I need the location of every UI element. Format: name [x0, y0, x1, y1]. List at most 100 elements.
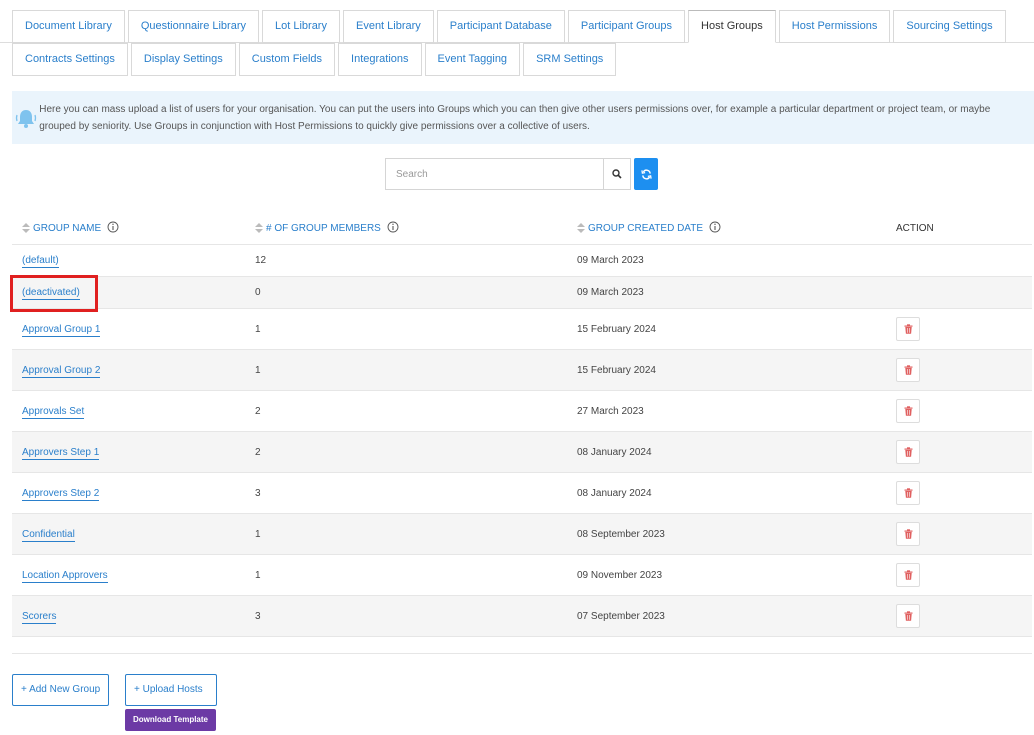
trash-icon — [904, 488, 912, 498]
header-label: # OF GROUP MEMBERS — [266, 222, 381, 234]
highlight-box — [10, 275, 98, 312]
info-text: Here you can mass upload a list of users… — [39, 103, 991, 132]
table-row: Approvals Set 2 27 March 2023 — [12, 391, 1032, 432]
sort-icon — [22, 223, 30, 233]
cell-members: 3 — [255, 610, 261, 622]
group-name-link[interactable]: Approvers Step 1 — [22, 446, 100, 460]
delete-group-button[interactable] — [896, 522, 920, 546]
tabs-row-secondary: Contracts Settings Display Settings Custom… — [12, 43, 619, 76]
info-circle-icon[interactable] — [709, 221, 721, 236]
cell-created-date: 08 September 2023 — [577, 528, 665, 540]
footer-divider — [12, 653, 1032, 654]
group-name-link[interactable]: Confidential — [22, 528, 75, 542]
cell-group-name: (default) — [12, 255, 245, 268]
tab-display-settings[interactable]: Display Settings — [130, 43, 236, 76]
tab-event-tagging[interactable]: Event Tagging — [424, 43, 521, 76]
tab-sourcing-settings[interactable]: Sourcing Settings — [893, 10, 1006, 43]
info-circle-icon[interactable] — [107, 221, 119, 236]
tab-lot-library[interactable]: Lot Library — [262, 10, 340, 43]
cell-group-name: Location Approvers — [12, 569, 245, 583]
cell-created-date: 15 February 2024 — [577, 364, 656, 376]
table-row: Confidential 1 08 September 2023 — [12, 514, 1032, 555]
search-icon — [612, 169, 622, 179]
cell-action — [885, 522, 1032, 546]
table-row: Approval Group 1 1 15 February 2024 — [12, 309, 1032, 350]
cell-members: 2 — [255, 405, 261, 417]
table-body: (default) 12 09 March 2023 (deactivated) 0 09… — [12, 245, 1032, 637]
info-banner: Here you can mass upload a list of users… — [12, 91, 1034, 144]
cell-action — [885, 358, 1032, 382]
cell-created-date: 07 September 2023 — [577, 610, 665, 622]
group-name-link[interactable]: Scorers — [22, 610, 57, 624]
delete-group-button[interactable] — [896, 604, 920, 628]
search-bar — [385, 158, 658, 190]
tab-integrations[interactable]: Integrations — [338, 43, 422, 76]
group-name-link[interactable]: Approval Group 2 — [22, 364, 101, 378]
trash-icon — [904, 447, 912, 457]
tab-questionnaire-library[interactable]: Questionnaire Library — [127, 10, 259, 43]
trash-icon — [904, 365, 912, 375]
table-header: GROUP NAME # OF GROUP MEMBERS GROUP CREA… — [12, 212, 1032, 245]
table-row: (default) 12 09 March 2023 — [12, 245, 1032, 277]
search-button[interactable] — [603, 158, 631, 190]
group-name-link[interactable]: (default) — [22, 255, 59, 268]
cell-action — [885, 399, 1032, 423]
trash-icon — [904, 406, 912, 416]
table-row: Approvers Step 2 3 08 January 2024 — [12, 473, 1032, 514]
trash-icon — [904, 324, 912, 334]
delete-group-button[interactable] — [896, 563, 920, 587]
cell-created-date: 15 February 2024 — [577, 323, 656, 335]
info-circle-icon[interactable] — [387, 221, 399, 236]
table-row: Location Approvers 1 09 November 2023 — [12, 555, 1032, 596]
tab-custom-fields[interactable]: Custom Fields — [238, 43, 336, 76]
table-row: Approval Group 2 1 15 February 2024 — [12, 350, 1032, 391]
group-name-link[interactable]: Approvals Set — [22, 405, 85, 419]
trash-icon — [904, 570, 912, 580]
search-input[interactable] — [385, 158, 603, 190]
header-label: GROUP CREATED DATE — [588, 222, 704, 234]
tab-host-permissions[interactable]: Host Permissions — [778, 10, 891, 43]
header-group-name[interactable]: GROUP NAME — [12, 221, 245, 236]
table-row: (deactivated) 0 09 March 2023 — [12, 277, 1032, 309]
tab-event-library[interactable]: Event Library — [342, 10, 434, 43]
cell-members: 2 — [255, 446, 261, 458]
group-name-link[interactable]: Approval Group 1 — [22, 323, 101, 337]
trash-icon — [904, 611, 912, 621]
cell-created-date: 09 November 2023 — [577, 569, 663, 581]
tab-srm-settings[interactable]: SRM Settings — [523, 43, 617, 76]
tab-contracts-settings[interactable]: Contracts Settings — [12, 43, 128, 76]
group-name-link[interactable]: Location Approvers — [22, 569, 108, 583]
tab-participant-groups[interactable]: Participant Groups — [567, 10, 686, 43]
header-members[interactable]: # OF GROUP MEMBERS — [245, 221, 567, 236]
refresh-button[interactable] — [634, 158, 658, 190]
sort-icon — [255, 223, 263, 233]
cell-group-name: Approval Group 2 — [12, 364, 245, 378]
refresh-icon — [640, 169, 652, 179]
tab-document-library[interactable]: Document Library — [12, 10, 125, 43]
delete-group-button[interactable] — [896, 481, 920, 505]
trash-icon — [904, 529, 912, 539]
tab-participant-database[interactable]: Participant Database — [436, 10, 565, 43]
table-row: Scorers 3 07 September 2023 — [12, 596, 1032, 637]
group-name-link[interactable]: Approvers Step 2 — [22, 487, 100, 501]
cell-group-name: Approvers Step 2 — [12, 487, 245, 501]
download-template-button[interactable]: Download Template — [125, 709, 216, 731]
header-label: GROUP NAME — [33, 222, 102, 234]
cell-created-date: 08 January 2024 — [577, 446, 652, 458]
cell-created-date: 09 March 2023 — [577, 255, 644, 266]
delete-group-button[interactable] — [896, 399, 920, 423]
cell-members: 1 — [255, 323, 261, 335]
delete-group-button[interactable] — [896, 358, 920, 382]
cell-created-date: 09 March 2023 — [577, 287, 644, 298]
header-created-date[interactable]: GROUP CREATED DATE — [567, 221, 885, 236]
delete-group-button[interactable] — [896, 440, 920, 464]
add-new-group-button[interactable]: + Add New Group — [12, 674, 110, 706]
cell-members: 3 — [255, 487, 261, 499]
upload-hosts-button[interactable]: + Upload Hosts — [125, 674, 217, 706]
cell-action — [885, 563, 1032, 587]
cell-action — [885, 317, 1032, 341]
cell-action — [885, 604, 1032, 628]
cell-group-name: Confidential — [12, 528, 245, 542]
delete-group-button[interactable] — [896, 317, 920, 341]
tab-host-groups[interactable]: Host Groups — [688, 10, 776, 43]
